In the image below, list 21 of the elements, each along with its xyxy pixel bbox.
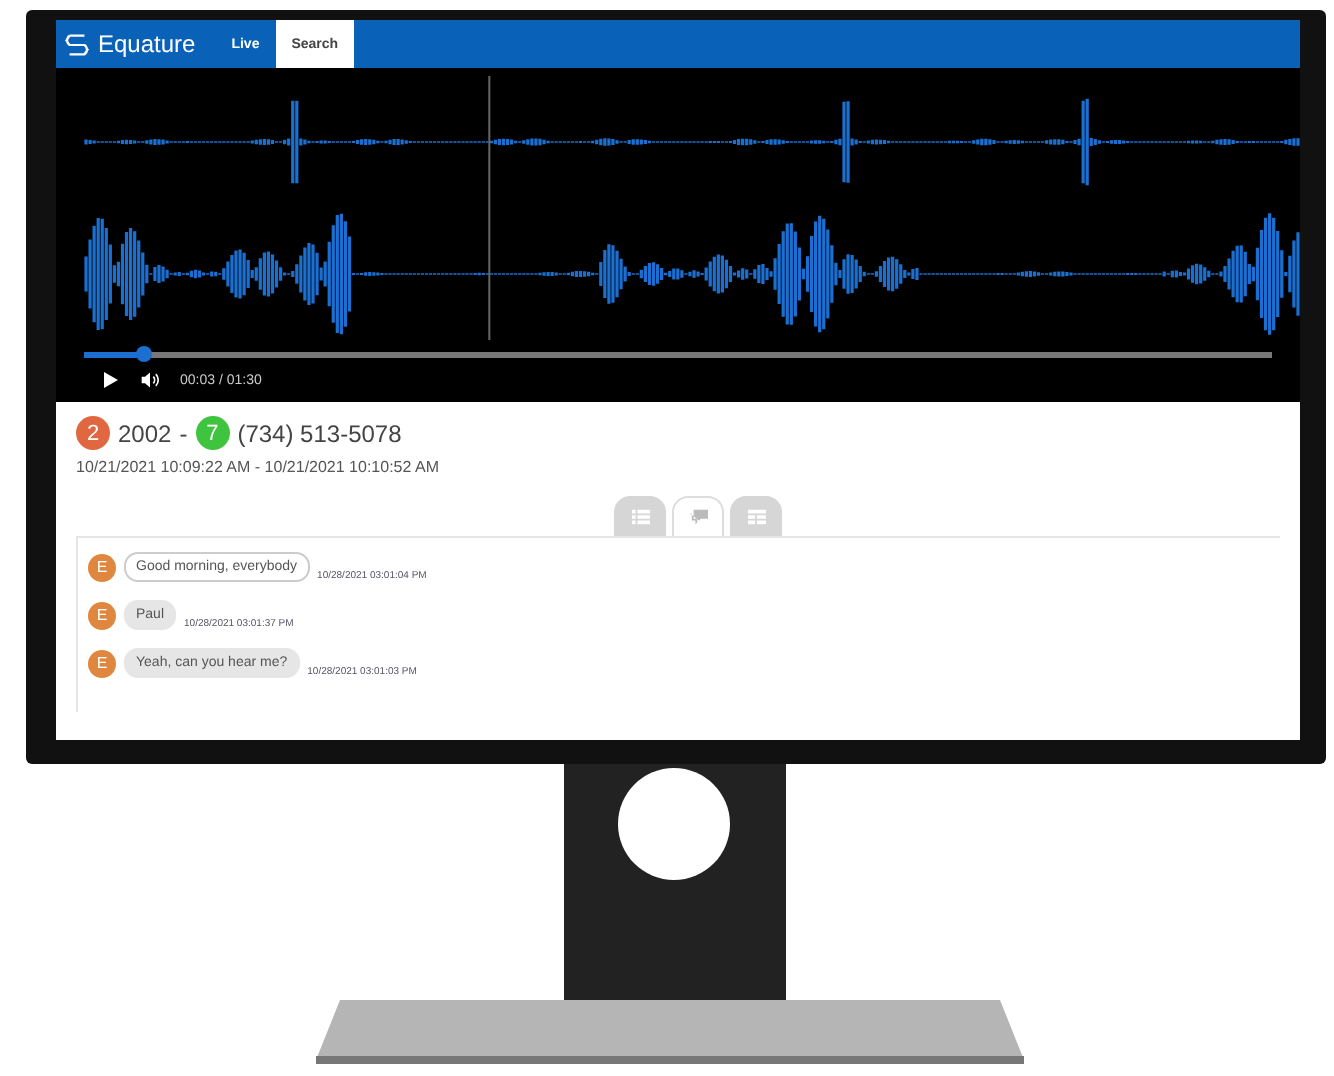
logo-icon xyxy=(64,31,90,57)
avatar-initial: E xyxy=(88,553,116,581)
avatar-initial: E xyxy=(88,649,116,677)
grid-view-tab[interactable] xyxy=(730,496,782,536)
party-name: (734) 513-5078 xyxy=(237,419,402,447)
grid-icon xyxy=(745,507,767,525)
chat-icon xyxy=(687,508,709,526)
list-icon xyxy=(629,507,651,525)
list-view-tab[interactable] xyxy=(614,496,666,536)
progress-thumb[interactable] xyxy=(135,346,152,362)
progress-track[interactable] xyxy=(84,352,1272,358)
chat-view-tab[interactable] xyxy=(672,496,724,536)
play-icon[interactable] xyxy=(100,370,120,390)
party-badge: 7 xyxy=(195,416,230,450)
party-name: 2002 xyxy=(118,419,172,447)
avatar-initial: E xyxy=(88,601,116,629)
party-badge: 2 xyxy=(76,416,110,450)
volume-icon[interactable] xyxy=(140,370,160,390)
call-time-range: 10/21/2021 10:09:22 AM - 10/21/2021 10:10:52 AM xyxy=(76,458,441,476)
separator: - xyxy=(179,419,188,447)
brand-name: Equature xyxy=(98,30,196,58)
